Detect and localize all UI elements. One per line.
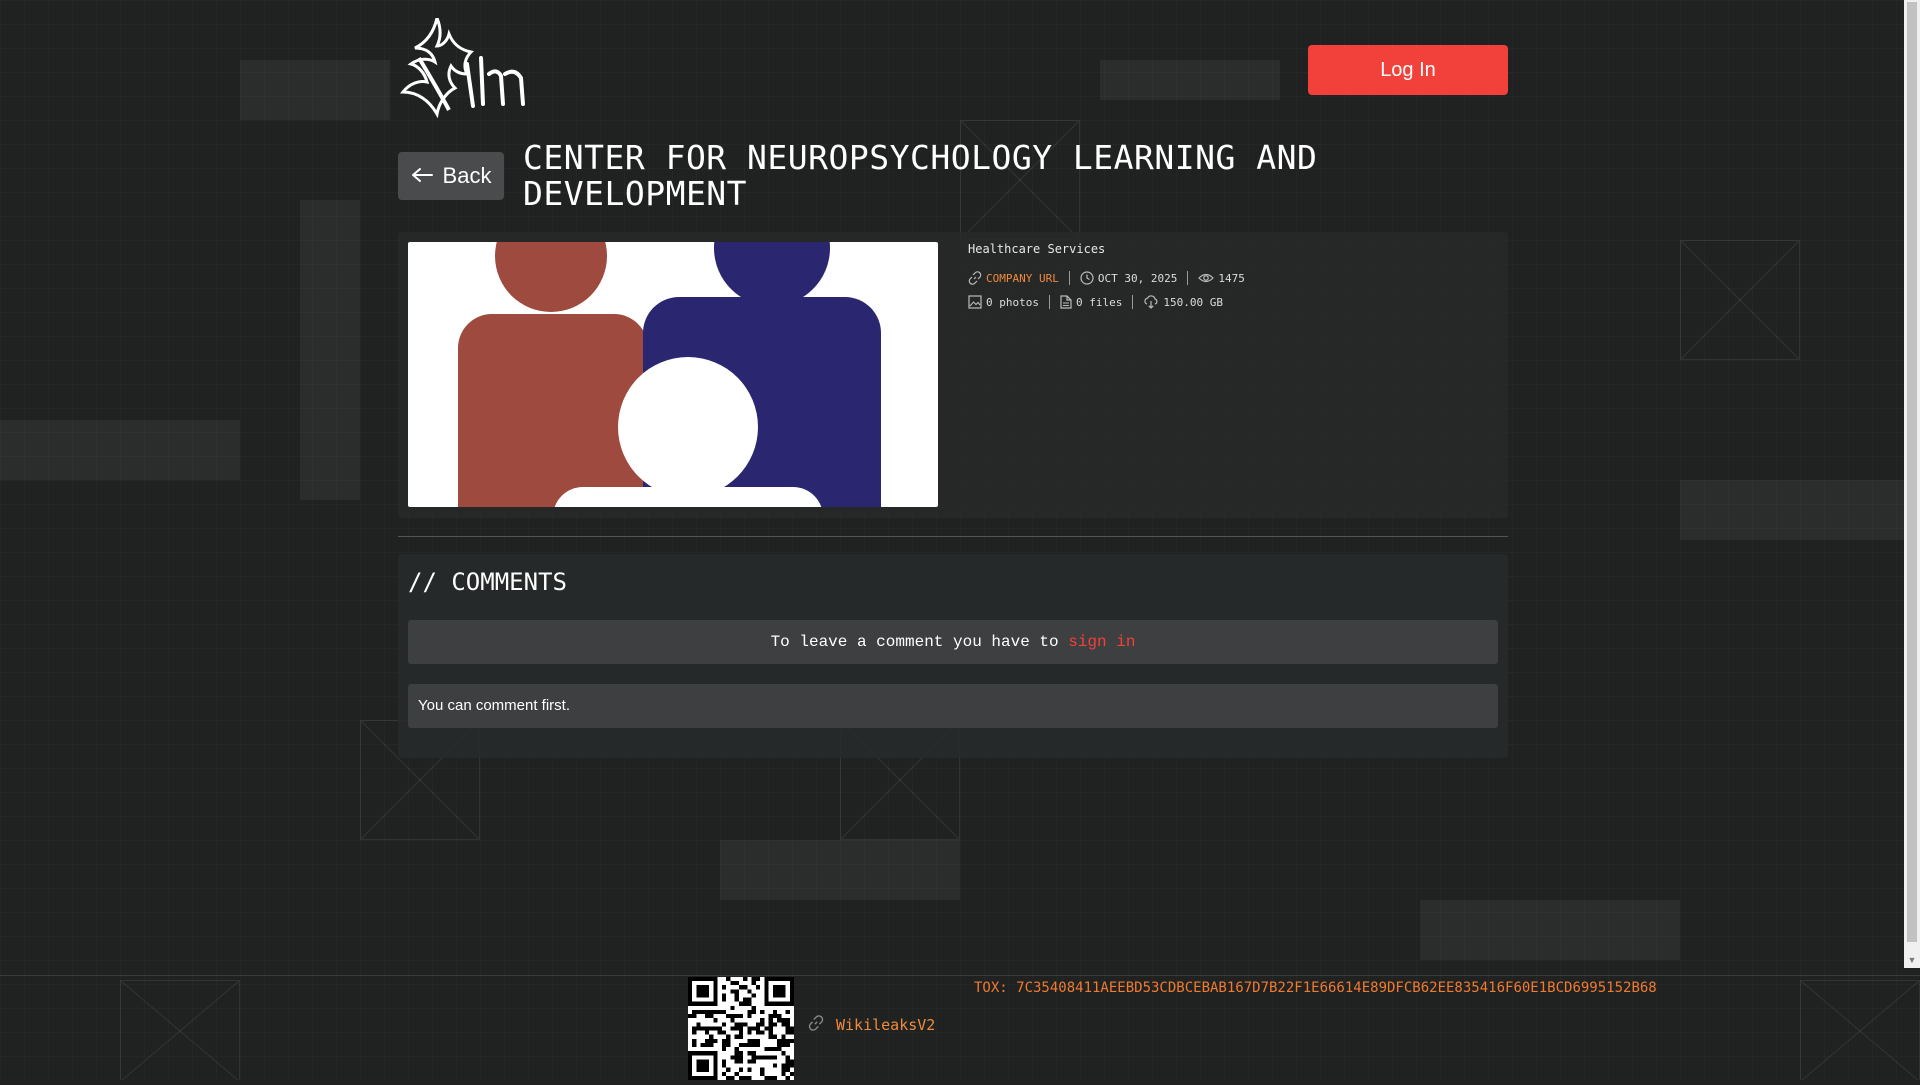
date-value: OCT 30, 2025 bbox=[1097, 271, 1178, 285]
data-size: 150.00 GB bbox=[1132, 295, 1233, 309]
signin-notice: To leave a comment you have to sign in bbox=[408, 620, 1498, 664]
company-card: Healthcare Services COMPANY URL OCT 30, … bbox=[398, 232, 1508, 518]
qilin-horned-logo-icon[interactable] bbox=[397, 12, 529, 122]
back-label: Back bbox=[442, 163, 492, 188]
file-count: 0 files bbox=[1048, 295, 1132, 309]
wikileaks-link[interactable]: WikileaksV2 bbox=[808, 1015, 935, 1035]
company-url-label: COMPANY URL bbox=[986, 271, 1059, 285]
clock-icon bbox=[1080, 271, 1094, 285]
back-button[interactable]: Back bbox=[398, 152, 504, 200]
eye-icon bbox=[1198, 271, 1215, 285]
photo-count: 0 photos bbox=[968, 295, 1049, 309]
company-url-link[interactable]: COMPANY URL bbox=[968, 271, 1069, 285]
comments-section: // COMMENTS To leave a comment you have … bbox=[398, 554, 1508, 758]
company-meta: Healthcare Services COMPANY URL OCT 30, … bbox=[968, 242, 1255, 318]
industry-label: Healthcare Services bbox=[968, 242, 1106, 256]
image-icon bbox=[968, 295, 982, 309]
size-value: 150.00 GB bbox=[1163, 295, 1223, 309]
page-scrollbar[interactable]: ▼ bbox=[1904, 0, 1920, 968]
tox-id[interactable]: TOX: 7C35408411AEEBD53CDBCEBAB167D7B22F1… bbox=[974, 980, 1657, 996]
page-title: CENTER FOR NEUROPSYCHOLOGY LEARNING AND … bbox=[523, 138, 1318, 213]
view-count: 1475 bbox=[1187, 271, 1255, 285]
link-icon bbox=[968, 271, 982, 285]
comments-heading: // COMMENTS bbox=[408, 568, 567, 596]
scrollbar-thumb[interactable] bbox=[1907, 2, 1917, 942]
cloud-download-icon bbox=[1143, 295, 1159, 309]
empty-comments-message: You can comment first. bbox=[408, 684, 1498, 728]
arrow-left-icon bbox=[411, 163, 433, 189]
qr-code-icon bbox=[688, 977, 794, 1080]
photos-value: 0 photos bbox=[986, 295, 1039, 309]
section-divider bbox=[398, 536, 1508, 537]
scroll-down-arrow-icon[interactable]: ▼ bbox=[1904, 952, 1920, 968]
sign-in-link[interactable]: sign in bbox=[1068, 633, 1135, 651]
company-logo-image bbox=[408, 242, 938, 507]
publish-date: OCT 30, 2025 bbox=[1068, 271, 1187, 285]
views-value: 1475 bbox=[1218, 271, 1245, 285]
file-icon bbox=[1060, 295, 1072, 309]
link-icon bbox=[808, 1015, 824, 1035]
wikileaks-label: WikileaksV2 bbox=[836, 1016, 936, 1034]
login-button[interactable]: Log In bbox=[1308, 45, 1508, 95]
notice-text: To leave a comment you have to bbox=[770, 633, 1059, 651]
files-value: 0 files bbox=[1075, 295, 1123, 309]
